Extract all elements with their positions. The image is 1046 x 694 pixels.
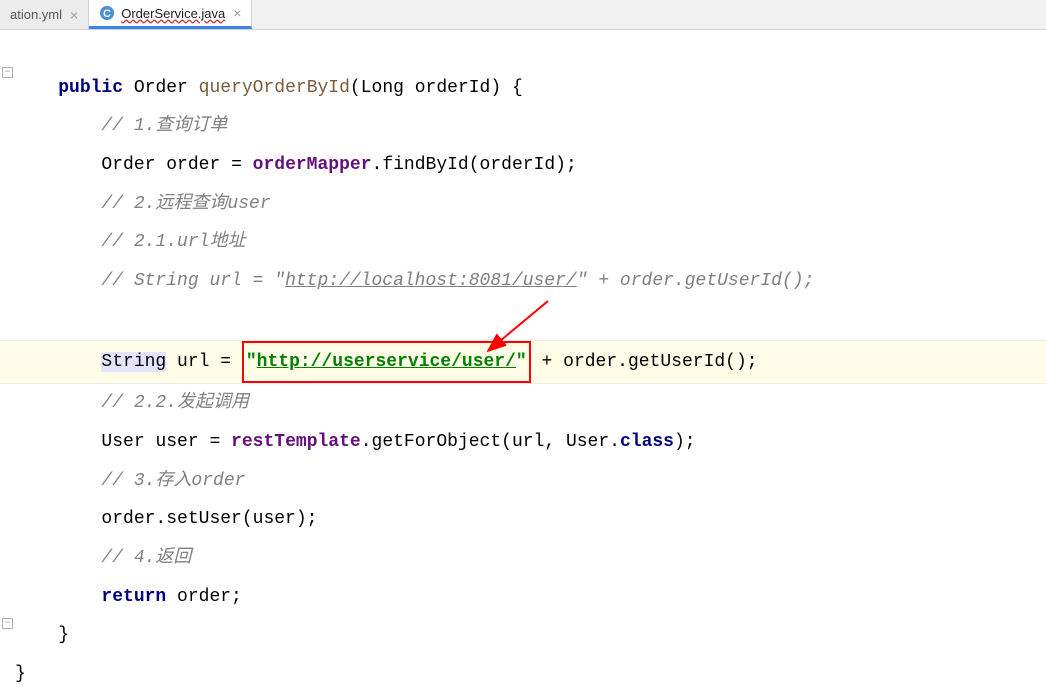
tab-label: OrderService.java [121,6,225,21]
code-line: order.setUser(user); [0,500,1046,539]
close-icon[interactable]: × [233,5,241,21]
code-line: // 4.返回 [0,539,1046,578]
code-line: Order order = orderMapper.findById(order… [0,146,1046,185]
code-line: return order; [0,578,1046,617]
code-line-highlighted: String url = "http://userservice/user/" … [0,340,1046,385]
highlighted-url-box: "http://userservice/user/" [242,341,531,384]
gutter: − − [2,62,14,629]
tab-orderservice[interactable]: C OrderService.java × [89,0,252,29]
code-line: } [0,655,1046,694]
close-icon[interactable]: × [70,7,78,23]
code-line: // 1.查询订单 [0,107,1046,146]
fold-icon[interactable]: − [2,618,13,629]
code-line: User user = restTemplate.getForObject(ur… [0,423,1046,462]
tab-label: ation.yml [10,7,62,22]
code-line: // 3.存入order [0,462,1046,501]
code-line: // 2.2.发起调用 [0,384,1046,423]
svg-text:C: C [103,8,111,20]
code-line: // 2.1.url地址 [0,223,1046,262]
tab-bar: ation.yml × C OrderService.java × [0,0,1046,30]
fold-icon[interactable]: − [2,67,13,78]
java-class-icon: C [99,5,115,21]
code-line: } [0,616,1046,655]
code-line [0,301,1046,340]
code-line: public Order queryOrderById(Long orderId… [0,69,1046,108]
code-line: // String url = "http://localhost:8081/u… [0,262,1046,301]
code-editor[interactable]: public Order queryOrderById(Long orderId… [0,30,1046,694]
tab-yml[interactable]: ation.yml × [0,0,89,29]
code-line: // 2.远程查询user [0,185,1046,224]
